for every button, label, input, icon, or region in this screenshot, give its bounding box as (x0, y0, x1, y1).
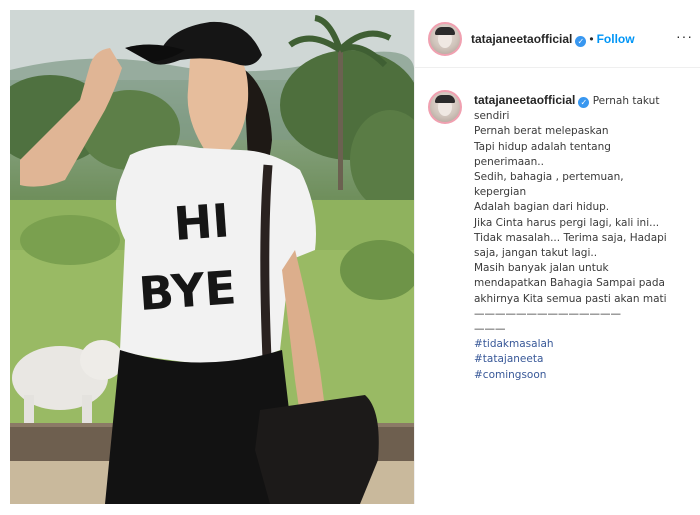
caption-line: penerimaan.. (474, 155, 544, 168)
caption-line: mendapatkan Bahagia Sampai pada (474, 277, 665, 290)
profile-avatar[interactable] (428, 22, 462, 56)
caption-divider: ——— (474, 323, 506, 336)
caption-line: Adalah bagian dari hidup. (474, 201, 610, 214)
separator-dot: • (589, 32, 594, 46)
caption-username[interactable]: tatajaneetaofficial (474, 93, 575, 107)
hashtag-link[interactable]: #tidakmasalah (474, 337, 690, 352)
post-photo[interactable]: HI BYE (10, 10, 414, 504)
caption-line: Jika Cinta harus pergi lagi, kali ini... (474, 216, 660, 229)
header-user-line: tatajaneetaofficial ✓ • Follow (471, 32, 635, 47)
caption-line: kepergian (474, 186, 527, 199)
instagram-post: HI BYE tatajaneetaofficial ✓ • Follow ··· t… (0, 0, 700, 515)
caption-line: Pernah takut (592, 95, 660, 107)
caption-line: Tidak masalah... Terima saja, Hadapi (474, 231, 667, 244)
shirt-text-bye: BYE (137, 260, 238, 321)
caption-line: Sedih, bahagia , pertemuan, (474, 171, 624, 184)
hashtag-link[interactable]: #comingsoon (474, 368, 690, 383)
header-username[interactable]: tatajaneetaofficial (471, 32, 572, 46)
post-caption: tatajaneetaofficial ✓ Pernah takut sendir… (474, 93, 690, 383)
follow-button[interactable]: Follow (597, 32, 635, 46)
caption-line: sendiri (474, 110, 510, 123)
verified-badge-icon: ✓ (575, 36, 587, 47)
more-options-icon[interactable]: ··· (676, 28, 693, 44)
caption-line: akhirnya Kita semua pasti akan mati (474, 292, 667, 305)
caption-line: saja, jangan takut lagi.. (474, 247, 598, 260)
post-header: tatajaneetaofficial ✓ • Follow ··· (415, 10, 700, 68)
verified-badge-icon: ✓ (578, 97, 590, 108)
caption-avatar[interactable] (428, 90, 462, 124)
caption-divider: —————————————— (474, 307, 621, 320)
post-side-panel: tatajaneetaofficial ✓ • Follow ··· tatajane… (414, 10, 700, 504)
photo-illustration: HI BYE (10, 10, 414, 504)
shirt-text-hi: HI (172, 193, 231, 251)
caption-line: Tapi hidup adalah tentang (474, 140, 611, 153)
hashtag-link[interactable]: #tatajaneeta (474, 352, 690, 367)
caption-line: Masih banyak jalan untuk (474, 262, 609, 275)
caption-line: Pernah berat melepaskan (474, 125, 609, 138)
